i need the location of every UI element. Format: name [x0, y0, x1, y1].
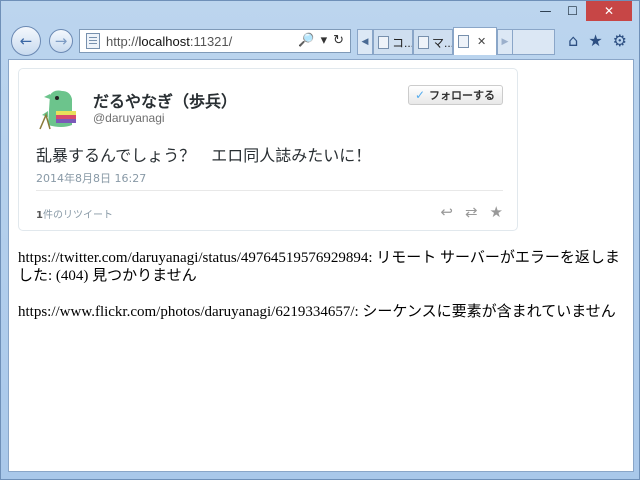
author-handle[interactable]: @daruyanagi	[93, 111, 165, 125]
address-url[interactable]: http://localhost:11321/	[106, 34, 232, 49]
error-message: https://www.flickr.com/photos/daruyanagi…	[18, 304, 616, 320]
error-message: https://twitter.com/daruyanagi/status/49…	[18, 250, 620, 284]
window-controls: — ☐ ✕	[532, 1, 632, 21]
retweet-label: 件のリツイート	[42, 210, 113, 221]
retweet-icon[interactable]: ⇄	[465, 203, 478, 221]
minimize-button[interactable]: —	[532, 1, 559, 21]
tab-page-icon	[458, 35, 469, 48]
back-button[interactable]: ←	[11, 26, 41, 56]
maximize-button[interactable]: ☐	[559, 1, 586, 21]
reply-icon[interactable]: ↩	[440, 203, 453, 221]
tweet-text: 乱暴するんでしょう？ エロ同人誌みたいに！	[36, 146, 372, 165]
dropdown-icon[interactable]: ▾	[321, 33, 328, 48]
refresh-icon[interactable]: ↻	[333, 33, 344, 48]
tweet-actions: ↩ ⇄ ★	[440, 203, 503, 221]
avatar[interactable]	[36, 85, 86, 135]
navigation-bar: ← → http://localhost:11321/ 🔎 ▾ ↻ ◀ コ...…	[7, 23, 633, 57]
retweet-number: 1	[36, 210, 43, 221]
twitter-bird-icon: ✓	[414, 88, 425, 102]
error-messages: https://twitter.com/daruyanagi/status/49…	[18, 249, 622, 339]
follow-button[interactable]: ✓ フォローする	[407, 85, 503, 105]
tab-strip: ◀ コ... マ... ✕ ▶	[357, 27, 555, 55]
embedded-tweet: だるやなぎ（歩兵） @daruyanagi ✓ フォローする 乱暴するんでしょう…	[18, 68, 518, 231]
close-button[interactable]: ✕	[586, 1, 632, 21]
browser-window: — ☐ ✕ ← → http://localhost:11321/ 🔎 ▾ ↻ …	[0, 0, 640, 480]
url-scheme: http://	[106, 33, 139, 49]
toolbar-icons: ⌂ ★ ⚙	[568, 31, 627, 50]
url-port: :11321/	[189, 33, 233, 49]
search-icon[interactable]: 🔎	[298, 33, 314, 48]
settings-gear-icon[interactable]: ⚙	[613, 31, 627, 50]
page-icon	[86, 33, 100, 49]
author-name[interactable]: だるやなぎ（歩兵）	[93, 88, 237, 112]
tab-active[interactable]: ✕	[453, 27, 497, 55]
tab-scroll-left-button[interactable]: ◀	[357, 29, 373, 55]
new-tab-area[interactable]	[513, 29, 555, 55]
favorite-star-icon[interactable]: ★	[490, 203, 503, 221]
tweet-divider	[36, 190, 503, 191]
address-actions: 🔎 ▾ ↻	[298, 33, 344, 48]
follow-label: フォローする	[429, 89, 495, 102]
retweet-count[interactable]: 1件のリツイート	[36, 206, 113, 221]
tweet-date[interactable]: 2014年8月8日 16:27	[36, 170, 146, 186]
tab-1[interactable]: コ...	[373, 29, 413, 55]
tab-page-icon	[378, 35, 389, 49]
tab-label: マ...	[432, 35, 453, 50]
tab-label: コ...	[392, 35, 413, 50]
tab-2[interactable]: マ...	[413, 29, 453, 55]
home-icon[interactable]: ⌂	[568, 31, 578, 50]
back-arrow-icon: ←	[19, 32, 33, 50]
tab-page-icon	[418, 35, 429, 49]
forward-button[interactable]: →	[49, 29, 73, 53]
address-bar[interactable]: http://localhost:11321/ 🔎 ▾ ↻	[79, 29, 351, 53]
favorites-icon[interactable]: ★	[588, 31, 602, 50]
tab-scroll-right-button[interactable]: ▶	[497, 29, 513, 55]
forward-arrow-icon: →	[54, 32, 68, 50]
page-content: だるやなぎ（歩兵） @daruyanagi ✓ フォローする 乱暴するんでしょう…	[8, 59, 634, 472]
tab-close-icon[interactable]: ✕	[477, 35, 486, 48]
url-host: localhost	[138, 33, 190, 49]
